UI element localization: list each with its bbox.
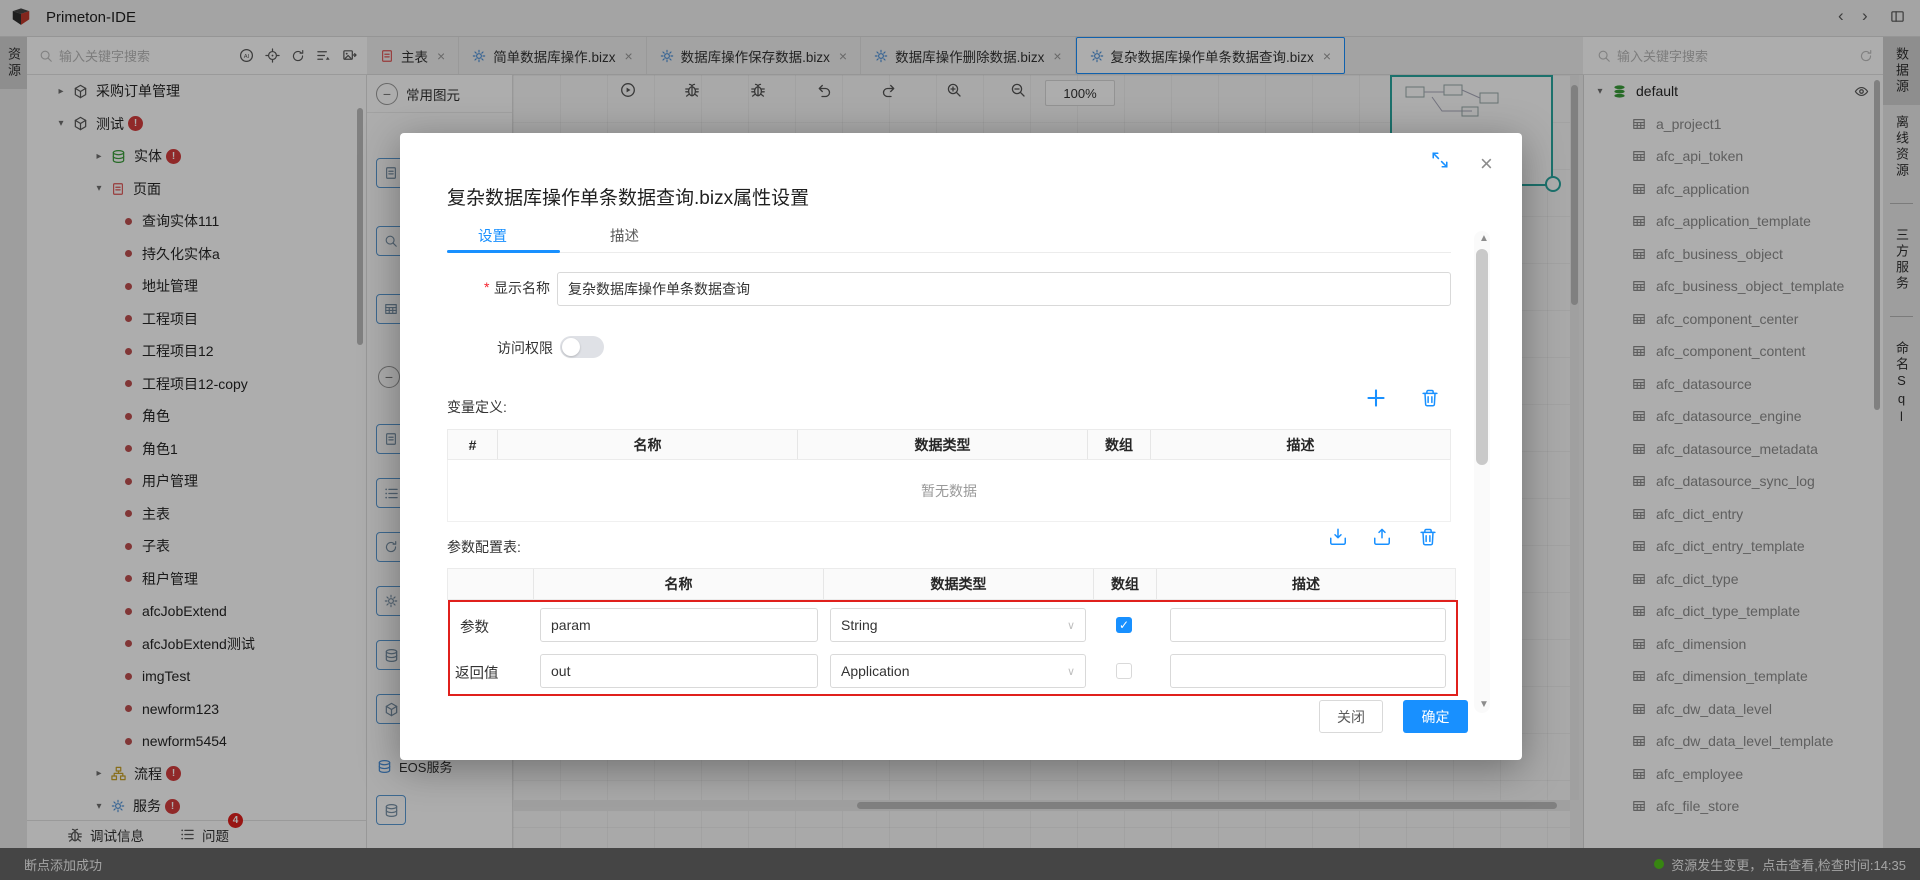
primeton-ide-window: Primeton-IDE ‹ › 资源 输入关键字搜索 AI 主表×简单数据库操… <box>0 0 1920 880</box>
highlight-rectangle <box>448 600 1458 696</box>
access-toggle[interactable] <box>560 336 604 358</box>
tab-active-indicator <box>447 250 560 253</box>
dialog-scrollbar[interactable] <box>1474 231 1490 713</box>
close-icon[interactable]: × <box>1480 151 1493 177</box>
variables-table-header: # 名称 数据类型 数组 描述 <box>447 429 1451 460</box>
variables-empty-state: 暂无数据 <box>447 460 1451 522</box>
scroll-down-icon[interactable]: ▼ <box>1479 699 1489 710</box>
tab-divider <box>447 252 1451 253</box>
tab-description[interactable]: 描述 <box>610 225 639 246</box>
close-button[interactable]: 关闭 <box>1319 700 1383 733</box>
ok-button[interactable]: 确定 <box>1403 700 1468 733</box>
parameters-label: 参数配置表: <box>447 537 521 557</box>
scroll-up-icon[interactable]: ▲ <box>1479 233 1489 244</box>
display-name-input[interactable]: 复杂数据库操作单条数据查询 <box>557 272 1451 306</box>
variables-label: 变量定义: <box>447 397 507 417</box>
access-label: 访问权限 <box>497 338 553 358</box>
parameters-table-header: 名称 数据类型 数组 描述 <box>447 568 1456 600</box>
properties-dialog: 复杂数据库操作单条数据查询.bizx属性设置 × 设置 描述 * 显示名称 复杂… <box>400 133 1522 760</box>
display-name-label: 显示名称 <box>494 278 550 298</box>
tab-settings[interactable]: 设置 <box>478 225 507 246</box>
dialog-title: 复杂数据库操作单条数据查询.bizx属性设置 <box>447 183 809 210</box>
required-asterisk: * <box>484 279 489 295</box>
